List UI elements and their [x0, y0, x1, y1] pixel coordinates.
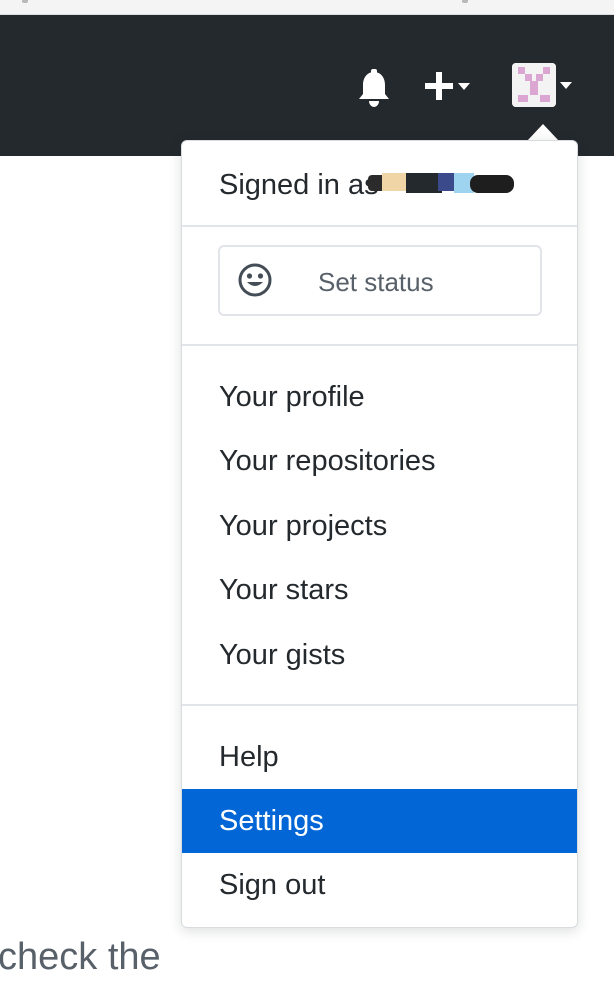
strip-mark [462, 0, 468, 3]
dropdown-pointer [527, 124, 559, 141]
caret-down-icon [458, 82, 470, 90]
user-dropdown-menu: Signed in as Set status Your profile You… [181, 140, 578, 928]
bell-icon [359, 69, 389, 107]
notifications-button[interactable] [356, 69, 392, 109]
menu-item-help[interactable]: Help [182, 725, 577, 789]
redacted-username [368, 173, 514, 193]
menu-item-your-projects[interactable]: Your projects [182, 494, 577, 558]
plus-icon [425, 72, 453, 100]
signed-in-label: Signed in as [219, 169, 379, 201]
set-status-label: Set status [318, 267, 434, 297]
browser-top-strip [0, 0, 614, 15]
menu-item-your-stars[interactable]: Your stars [182, 558, 577, 622]
smiley-icon [238, 263, 272, 297]
divider [182, 704, 577, 706]
site-header [0, 15, 614, 156]
user-menu-button[interactable] [512, 63, 572, 107]
divider [182, 225, 577, 227]
caret-down-icon [560, 81, 572, 89]
menu-item-your-profile[interactable]: Your profile [182, 365, 577, 429]
strip-mark [22, 0, 28, 3]
user-avatar [512, 63, 556, 107]
menu-item-sign-out[interactable]: Sign out [182, 853, 577, 917]
menu-item-settings[interactable]: Settings [182, 789, 577, 853]
divider [182, 344, 577, 346]
menu-item-your-gists[interactable]: Your gists [182, 623, 577, 687]
create-new-button[interactable] [424, 71, 470, 101]
menu-item-your-repositories[interactable]: Your repositories [182, 429, 577, 493]
background-page-text: check the [0, 936, 161, 978]
set-status-button[interactable]: Set status [218, 245, 542, 316]
